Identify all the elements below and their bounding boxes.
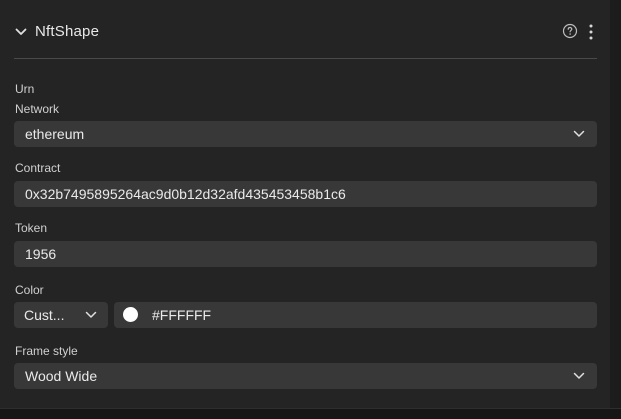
chevron-down-icon [573,372,585,379]
token-input[interactable]: 1956 [14,241,597,267]
frame-style-select[interactable]: Wood Wide [14,363,597,389]
color-mode-value: Cust... [24,307,65,323]
urn-label: Urn [15,82,35,96]
panel-header: NftShape [0,13,610,53]
frame-style-value: Wood Wide [25,368,98,384]
header-divider [14,58,597,59]
more-vertical-icon[interactable] [585,23,597,41]
contract-label: Contract [15,161,61,175]
color-swatch[interactable] [123,307,138,322]
frame-style-label: Frame style [15,344,78,358]
panel-bottom-edge [0,408,621,419]
token-label: Token [15,221,48,235]
nft-shape-panel: NftShape Urn Network ethereum Contract 0… [0,0,611,408]
chevron-down-icon[interactable] [14,25,28,39]
panel-title: NftShape [35,23,100,40]
color-hex-input[interactable]: #FFFFFF [114,302,597,328]
network-value: ethereum [25,126,85,142]
token-value: 1956 [25,246,57,262]
network-label: Network [15,102,60,116]
help-circle-icon[interactable] [562,23,578,39]
color-label: Color [15,283,44,297]
contract-input[interactable]: 0x32b7495895264ac9d0b12d32afd435453458b1… [14,181,597,207]
panel-right-gutter [610,0,621,408]
chevron-down-icon [85,311,97,318]
chevron-down-icon [573,130,585,137]
contract-value: 0x32b7495895264ac9d0b12d32afd435453458b1… [25,186,346,202]
color-hex-value: #FFFFFF [152,307,212,323]
color-mode-select[interactable]: Cust... [14,302,108,328]
network-select[interactable]: ethereum [14,121,597,147]
